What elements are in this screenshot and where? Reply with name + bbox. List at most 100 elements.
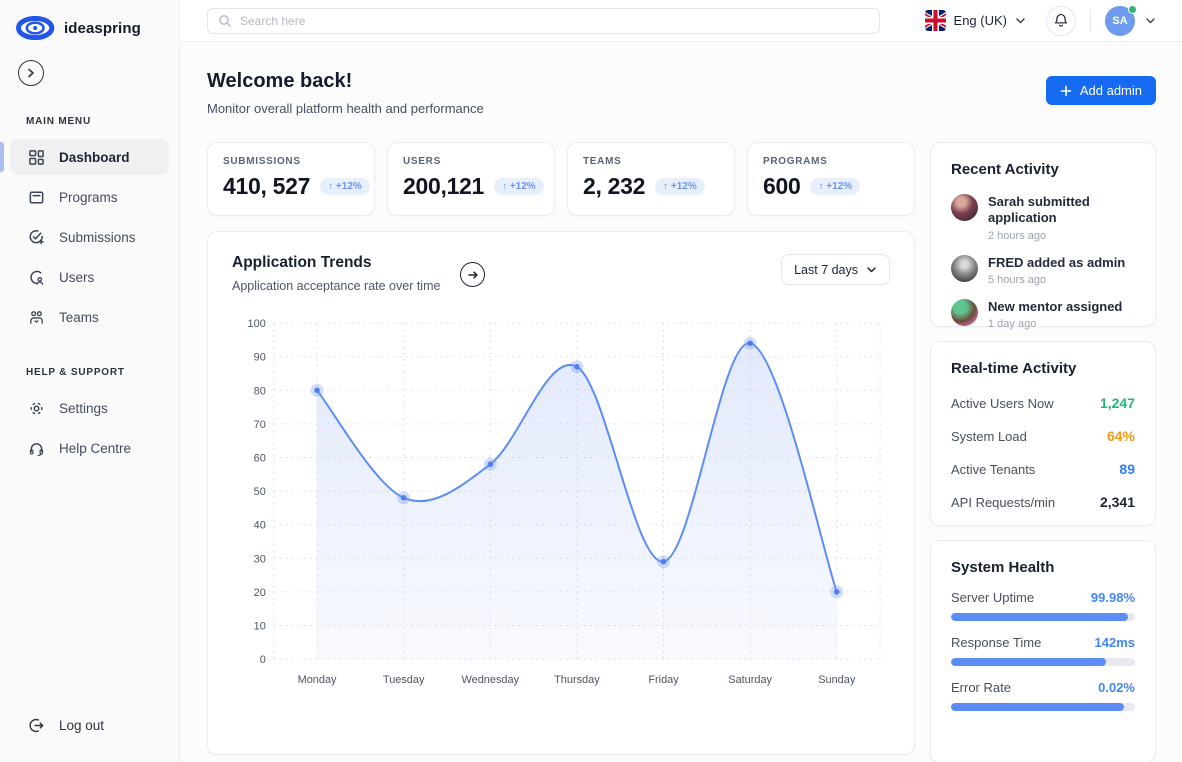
svg-text:60: 60 <box>254 452 266 464</box>
main-menu-nav: Dashboard Programs Submissions Users <box>0 137 179 337</box>
right-column: Recent Activity Sarah submitted applicat… <box>930 142 1156 762</box>
svg-text:80: 80 <box>254 385 266 397</box>
topbar-divider <box>1090 10 1091 32</box>
notifications-button[interactable] <box>1046 6 1076 36</box>
stat-label: USERS <box>403 156 539 167</box>
stat-change-badge: ↑ +12% <box>494 178 544 195</box>
topbar: Eng (UK) SA <box>180 0 1182 42</box>
realtime-value: 64% <box>1107 428 1135 444</box>
brand-name: ideaspring <box>64 20 141 37</box>
stat-card-teams[interactable]: TEAMS 2, 232 ↑ +12% <box>567 142 735 216</box>
app-window: ideaspring MAIN MENU Dashboard Programs <box>0 0 1182 762</box>
stats-row: SUBMISSIONS 410, 527 ↑ +12% USERS 200,12… <box>207 142 915 216</box>
search-box[interactable] <box>207 8 880 34</box>
section-label-help-support: HELP & SUPPORT <box>0 367 179 378</box>
search-icon <box>218 14 232 28</box>
dashboard-grid-icon <box>28 149 45 166</box>
svg-text:Tuesday: Tuesday <box>383 674 425 686</box>
add-admin-button[interactable]: Add admin <box>1046 76 1156 105</box>
activity-item[interactable]: New mentor assigned 1 day ago <box>951 299 1135 330</box>
realtime-row: API Requests/min 2,341 <box>951 494 1135 510</box>
health-progress-track <box>951 658 1135 666</box>
logout-button[interactable]: Log out <box>0 717 179 762</box>
stat-value: 2, 232 <box>583 173 645 200</box>
search-input[interactable] <box>240 14 869 28</box>
health-progress-fill <box>951 658 1106 666</box>
health-row: Server Uptime 99.98% <box>951 590 1135 621</box>
sidebar-item-users[interactable]: Users <box>10 259 169 295</box>
sidebar-item-label: Dashboard <box>59 150 130 165</box>
chart-subtitle: Application acceptance rate over time <box>232 279 440 293</box>
health-row: Error Rate 0.02% <box>951 680 1135 711</box>
health-label: Response Time <box>951 635 1041 650</box>
recent-activity-title: Recent Activity <box>951 161 1135 178</box>
application-trends-card: Application Trends Application acceptanc… <box>207 231 915 755</box>
svg-text:Wednesday: Wednesday <box>462 674 520 686</box>
sidebar-item-dashboard[interactable]: Dashboard <box>10 139 169 175</box>
svg-text:Saturday: Saturday <box>728 674 772 686</box>
svg-text:10: 10 <box>254 620 266 632</box>
stat-label: SUBMISSIONS <box>223 156 359 167</box>
page-header: Welcome back! Monitor overall platform h… <box>207 70 1156 116</box>
health-value: 0.02% <box>1098 680 1135 695</box>
activity-time: 1 day ago <box>988 318 1122 330</box>
stat-change-badge: ↑ +12% <box>320 178 370 195</box>
sidebar-item-teams[interactable]: Teams <box>10 299 169 335</box>
stat-card-users[interactable]: USERS 200,121 ↑ +12% <box>387 142 555 216</box>
trend-chart[interactable]: 0102030405060708090100MondayTuesdayWedne… <box>232 309 892 707</box>
user-shield-icon <box>28 269 45 286</box>
system-health-card: System Health Server Uptime 99.98% <box>930 540 1156 762</box>
activity-item[interactable]: FRED added as admin 5 hours ago <box>951 255 1135 286</box>
svg-text:Thursday: Thursday <box>554 674 600 686</box>
sidebar-item-settings[interactable]: Settings <box>10 390 169 426</box>
page-title: Welcome back! <box>207 70 484 93</box>
stat-change-badge: ↑ +12% <box>655 178 705 195</box>
recent-activity-card: Recent Activity Sarah submitted applicat… <box>930 142 1156 327</box>
headset-icon <box>28 440 45 457</box>
svg-text:90: 90 <box>254 352 266 364</box>
sidebar: ideaspring MAIN MENU Dashboard Programs <box>0 0 180 762</box>
svg-text:40: 40 <box>254 520 266 532</box>
stat-card-submissions[interactable]: SUBMISSIONS 410, 527 ↑ +12% <box>207 142 375 216</box>
health-row: Response Time 142ms <box>951 635 1135 666</box>
activity-text: Sarah submitted application <box>988 194 1135 227</box>
stat-label: TEAMS <box>583 156 719 167</box>
sidebar-item-help-centre[interactable]: Help Centre <box>10 430 169 466</box>
profile-chevron-down-icon[interactable] <box>1145 15 1156 26</box>
svg-text:Friday: Friday <box>648 674 679 686</box>
chart-details-button[interactable] <box>460 262 485 287</box>
sidebar-item-label: Settings <box>59 401 108 416</box>
svg-text:0: 0 <box>260 654 266 666</box>
bell-icon <box>1054 13 1068 28</box>
check-circle-plus-icon <box>28 229 45 246</box>
svg-text:Sunday: Sunday <box>818 674 856 686</box>
chart-title: Application Trends <box>232 254 440 272</box>
user-avatar[interactable]: SA <box>1105 6 1135 36</box>
sidebar-item-submissions[interactable]: Submissions <box>10 219 169 255</box>
sidebar-item-programs[interactable]: Programs <box>10 179 169 215</box>
sidebar-collapse-button[interactable] <box>18 60 44 86</box>
activity-text: FRED added as admin <box>988 255 1125 271</box>
plus-icon <box>1060 85 1072 97</box>
gear-icon <box>28 400 45 417</box>
stat-label: PROGRAMS <box>763 156 899 167</box>
realtime-row: Active Tenants 89 <box>951 461 1135 477</box>
chevron-down-icon <box>866 264 877 275</box>
uk-flag-icon <box>925 10 946 31</box>
stat-value: 410, 527 <box>223 173 310 200</box>
health-progress-fill <box>951 703 1124 711</box>
health-progress-track <box>951 703 1135 711</box>
date-range-select[interactable]: Last 7 days <box>781 254 890 285</box>
realtime-activity-card: Real-time Activity Active Users Now 1,24… <box>930 341 1156 526</box>
sidebar-item-label: Programs <box>59 190 118 205</box>
date-range-label: Last 7 days <box>794 263 858 277</box>
stat-change-badge: ↑ +12% <box>810 178 860 195</box>
stat-card-programs[interactable]: PROGRAMS 600 ↑ +12% <box>747 142 915 216</box>
activity-item[interactable]: Sarah submitted application 2 hours ago <box>951 194 1135 242</box>
language-label: Eng (UK) <box>954 13 1007 28</box>
health-progress-track <box>951 613 1135 621</box>
logout-icon <box>28 717 45 734</box>
add-admin-label: Add admin <box>1080 83 1142 98</box>
programs-document-icon <box>28 189 45 206</box>
language-selector[interactable]: Eng (UK) <box>925 10 1026 31</box>
